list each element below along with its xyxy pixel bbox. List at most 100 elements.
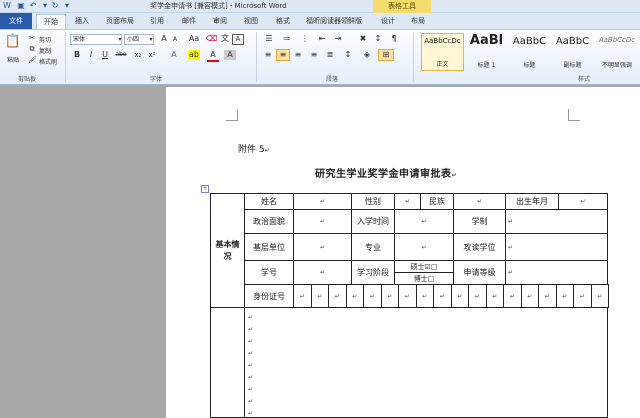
copy-icon[interactable]: ⧉ bbox=[28, 45, 36, 53]
enclose-char-icon[interactable]: A bbox=[232, 34, 244, 45]
cell-name-value[interactable]: ↵ bbox=[293, 193, 352, 210]
id-digit-cell[interactable]: ↵ bbox=[538, 284, 557, 308]
id-digit-cell[interactable]: ↵ bbox=[310, 284, 329, 308]
distributed-icon[interactable]: ≣ bbox=[324, 50, 336, 60]
shrink-font-button[interactable]: A bbox=[170, 35, 180, 45]
tab-references[interactable]: 引用 bbox=[150, 16, 164, 26]
align-center-icon[interactable]: ≡ bbox=[276, 49, 290, 61]
cell-birth-value[interactable]: ↵ bbox=[558, 193, 608, 210]
tab-mailings[interactable]: 邮件 bbox=[182, 16, 196, 26]
id-digit-cell[interactable]: ↵ bbox=[485, 284, 504, 308]
id-digit-cell[interactable]: ↵ bbox=[555, 284, 574, 308]
sort-button[interactable]: ↕ bbox=[372, 34, 384, 44]
cell-degree-value[interactable]: ↵ bbox=[505, 233, 608, 261]
id-digit-cell[interactable]: ↵ bbox=[573, 284, 592, 308]
justify-icon[interactable]: ≡ bbox=[308, 50, 320, 60]
bold-button[interactable]: B bbox=[72, 50, 82, 60]
decrease-indent-icon[interactable]: ⇤ bbox=[316, 34, 328, 44]
id-digit-cell[interactable]: ↵ bbox=[590, 284, 609, 308]
tab-page-layout[interactable]: 页面布局 bbox=[106, 16, 134, 26]
id-digit-cell[interactable]: ↵ bbox=[380, 284, 399, 308]
tab-format[interactable]: 格式 bbox=[276, 16, 290, 26]
id-digit-cell[interactable]: ↵ bbox=[293, 284, 312, 308]
id-digit-cell[interactable]: ↵ bbox=[468, 284, 487, 308]
cell-gender-value[interactable]: ↵ bbox=[394, 193, 421, 210]
font-color-button[interactable]: A bbox=[207, 50, 219, 62]
id-digit-cell[interactable]: ↵ bbox=[328, 284, 347, 308]
italic-button[interactable]: I bbox=[86, 50, 96, 60]
id-digit-cell[interactable]: ↵ bbox=[503, 284, 522, 308]
align-left-icon[interactable]: ≡ bbox=[262, 50, 274, 60]
id-digit-cell[interactable]: ↵ bbox=[345, 284, 364, 308]
id-digit-cell[interactable]: ↵ bbox=[415, 284, 434, 308]
cell-ethnicity-value[interactable]: ↵ bbox=[453, 193, 506, 210]
tab-design[interactable]: 设计 bbox=[381, 16, 395, 26]
cut-icon[interactable]: ✂ bbox=[28, 34, 36, 42]
font-name-dropdown-icon[interactable]: ▾ bbox=[117, 35, 123, 45]
paste-button[interactable]: 粘贴 bbox=[7, 55, 19, 64]
undo-dropdown-icon[interactable]: ▾ bbox=[40, 1, 50, 11]
paste-icon[interactable]: 📋 bbox=[4, 33, 22, 51]
cell-application-content[interactable]: ↵ ↵ ↵ ↵ ↵ ↵ ↵ ↵ ↵ bbox=[244, 307, 608, 418]
chinese-layout-icon[interactable]: ✖ bbox=[356, 34, 370, 44]
tab-file[interactable]: 文件 bbox=[0, 13, 32, 29]
borders-icon[interactable]: ⊞ bbox=[378, 49, 394, 61]
table-move-handle[interactable]: + bbox=[201, 185, 209, 193]
char-shading-button[interactable]: A bbox=[224, 50, 236, 60]
underline-button[interactable]: U bbox=[100, 50, 110, 60]
multilevel-list-icon[interactable]: ⋮ bbox=[298, 34, 312, 44]
cut-button[interactable]: 剪切 bbox=[39, 35, 51, 44]
style-normal[interactable]: AaBbCcDc 正文 bbox=[421, 33, 464, 71]
cell-enroll-time-value[interactable]: ↵ bbox=[394, 209, 454, 234]
tab-home[interactable]: 开始 bbox=[36, 14, 66, 30]
cell-major-value[interactable]: ↵ bbox=[394, 233, 454, 261]
subscript-button[interactable]: x₂ bbox=[132, 50, 144, 60]
phonetic-guide-button[interactable]: 文 bbox=[220, 34, 230, 44]
superscript-button[interactable]: x² bbox=[146, 50, 158, 60]
strikethrough-button[interactable]: abe bbox=[113, 50, 129, 60]
tab-layout[interactable]: 布局 bbox=[411, 16, 425, 26]
cell-apply-level-value[interactable]: ↵ bbox=[505, 260, 608, 285]
increase-indent-icon[interactable]: ⇥ bbox=[332, 34, 344, 44]
highlight-color-icon[interactable]: ab bbox=[188, 50, 200, 60]
id-digit-cell[interactable]: ↵ bbox=[520, 284, 539, 308]
align-right-icon[interactable]: ≡ bbox=[292, 50, 304, 60]
undo-icon[interactable]: ↶ bbox=[28, 1, 38, 11]
format-painter-icon[interactable]: 🖌 bbox=[28, 56, 37, 64]
cell-school-system-value[interactable]: ↵ bbox=[505, 209, 608, 234]
tab-view[interactable]: 视图 bbox=[244, 16, 258, 26]
numbering-icon[interactable]: ≔ bbox=[280, 34, 294, 44]
style-heading-1[interactable]: AaBl 标题 1 bbox=[465, 33, 508, 71]
redo-icon[interactable]: ↻ bbox=[50, 1, 60, 11]
cell-political-value[interactable]: ↵ bbox=[293, 209, 352, 234]
text-effects-icon[interactable]: A bbox=[168, 50, 180, 60]
font-name-box[interactable]: 宋体 bbox=[70, 34, 122, 45]
tab-review[interactable]: 审阅 bbox=[213, 16, 227, 26]
quick-access-customize-icon[interactable]: ▾ bbox=[62, 1, 72, 11]
format-painter-button[interactable]: 格式刷 bbox=[39, 57, 57, 66]
tab-insert[interactable]: 插入 bbox=[75, 16, 89, 26]
cell-student-id-value[interactable]: ↵ bbox=[293, 260, 352, 285]
save-icon[interactable]: ▣ bbox=[16, 1, 26, 11]
style-subtle-emphasis[interactable]: AaBbCcDc 不明显强调 bbox=[594, 33, 640, 71]
id-digit-cell[interactable]: ↵ bbox=[363, 284, 382, 308]
cell-unit-value[interactable]: ↵ bbox=[293, 233, 352, 261]
style-subtitle[interactable]: AaBbC 副标题 bbox=[551, 33, 594, 71]
style-title[interactable]: AaBbC 标题 bbox=[508, 33, 551, 71]
clear-format-icon[interactable]: ⌫ bbox=[206, 34, 217, 44]
id-digit-cell[interactable]: ↵ bbox=[398, 284, 417, 308]
line-spacing-icon[interactable]: ↕ bbox=[342, 50, 354, 60]
shading-icon[interactable]: ◈ bbox=[360, 50, 374, 60]
id-digit-cell[interactable]: ↵ bbox=[433, 284, 452, 308]
grow-font-button[interactable]: A bbox=[158, 34, 170, 44]
copy-button[interactable]: 复制 bbox=[39, 46, 51, 55]
table-cell[interactable] bbox=[210, 307, 245, 418]
change-case-button[interactable]: Aa bbox=[186, 34, 202, 44]
tab-foxit-reader[interactable]: 福昕阅读器领鲜版 bbox=[306, 16, 362, 26]
font-size-dropdown-icon[interactable]: ▾ bbox=[148, 35, 154, 45]
word-app-icon[interactable]: W bbox=[2, 1, 12, 11]
bullets-icon[interactable]: ☰ bbox=[262, 34, 276, 44]
show-marks-button[interactable]: ¶ bbox=[388, 34, 400, 44]
id-digit-cell[interactable]: ↵ bbox=[450, 284, 469, 308]
document-page[interactable]: 附件 5↵ 研究生学业奖学金申请审批表↵ + 基本情况 姓名 ↵ 性别 ↵ 民族… bbox=[166, 87, 640, 418]
